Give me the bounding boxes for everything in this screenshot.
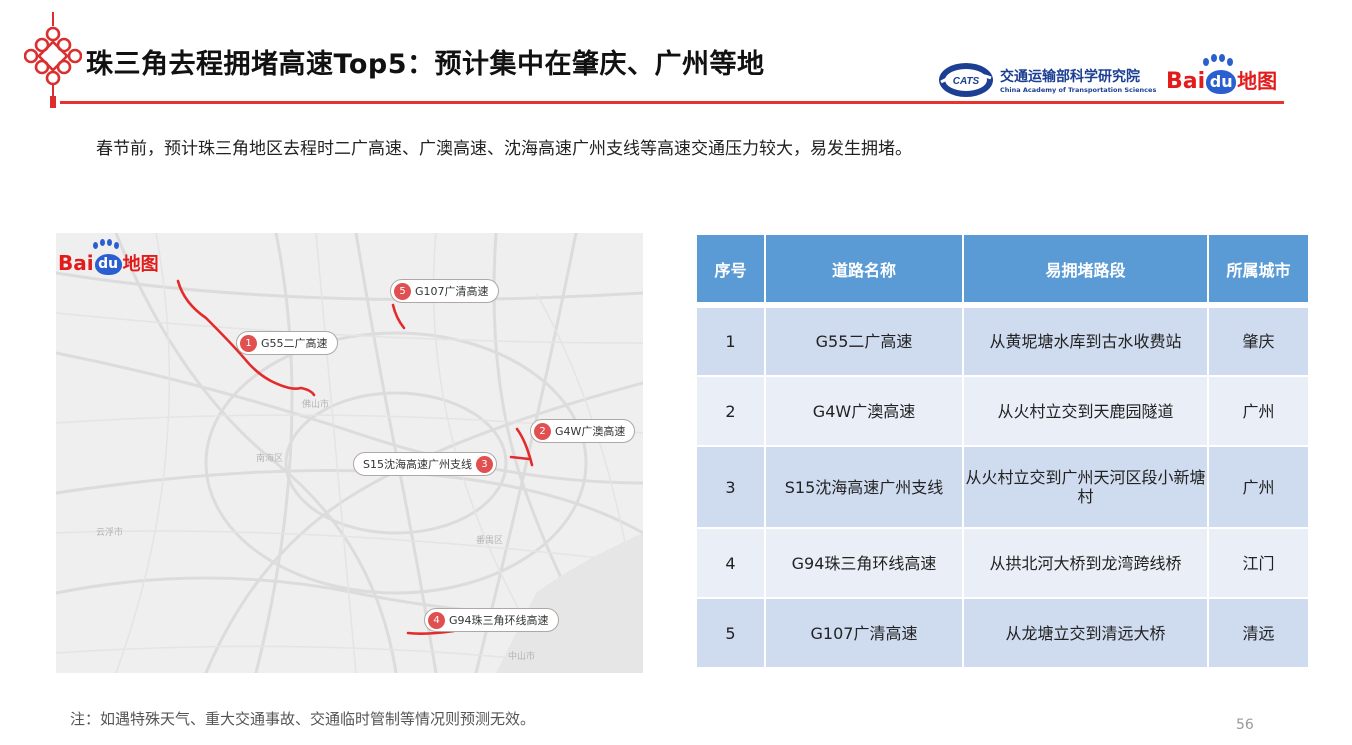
svg-text:CATS: CATS [953, 76, 980, 87]
map-marker-2[interactable]: 2 G4W广澳高速 [530, 419, 636, 443]
map-city-label: 番禺区 [476, 536, 504, 546]
traffic-map: Bai du 地图 佛山市 南海区 番禺区 中山市 云浮市 1 G55二广高速 2 … [56, 233, 643, 673]
chinese-knot-icon [24, 12, 82, 108]
table-cell: 4 [697, 529, 764, 597]
marker-label: G94珠三角环线高速 [449, 614, 549, 627]
title-divider [60, 101, 1284, 104]
table-cell: 广州 [1209, 377, 1308, 445]
map-marker-5[interactable]: 5 G107广清高速 [390, 279, 499, 303]
map-city-label: 中山市 [508, 652, 536, 662]
baidu-map-logo: Bai du 地图 [1166, 54, 1277, 94]
table-row: 3 S15沈海高速广州支线 从火村立交到广州天河区段小新塘村 广州 [697, 447, 1308, 527]
table-cell: 5 [697, 599, 764, 667]
table-cell: S15沈海高速广州支线 [766, 447, 962, 527]
table-cell: 从火村立交到天鹿园隧道 [964, 377, 1207, 445]
baidu-map-watermark: Bai du 地图 [58, 239, 159, 275]
table-cell: 肇庆 [1209, 308, 1308, 375]
cats-logo-icon: CATS [939, 63, 993, 97]
marker-number: 5 [394, 282, 411, 300]
table-row: 2 G4W广澳高速 从火村立交到天鹿园隧道 广州 [697, 377, 1308, 445]
marker-label: S15沈海高速广州支线 [363, 458, 472, 471]
marker-label: G107广清高速 [415, 285, 489, 298]
map-city-label: 南海区 [256, 454, 284, 464]
org-name-cn: 交通运输部科学研究院 [1000, 69, 1140, 85]
page-number: 56 [1236, 717, 1254, 733]
table-cell: 2 [697, 377, 764, 445]
table-cell: 1 [697, 308, 764, 375]
marker-label: G55二广高速 [261, 337, 328, 350]
marker-number: 4 [428, 611, 445, 629]
table-header: 序号 [697, 235, 764, 302]
table-header: 易拥堵路段 [964, 235, 1207, 302]
baidu-paw-icon: du [94, 254, 122, 275]
baidu-paw-icon: du [1206, 70, 1237, 94]
page-title: 珠三角去程拥堵高速Top5：预计集中在肇庆、广州等地 [86, 49, 765, 80]
marker-number: 3 [475, 455, 493, 473]
table-cell: 3 [697, 447, 764, 527]
road-network [56, 233, 643, 673]
table-cell: 从黄坭塘水库到古水收费站 [964, 308, 1207, 375]
table-cell: 从龙塘立交到清远大桥 [964, 599, 1207, 667]
map-marker-1[interactable]: 1 G55二广高速 [236, 331, 338, 355]
table-header: 所属城市 [1209, 235, 1308, 302]
table-header-row: 序号 道路名称 易拥堵路段 所属城市 [697, 235, 1308, 302]
table-cell: G94珠三角环线高速 [766, 529, 962, 597]
map-marker-3[interactable]: S15沈海高速广州支线 3 [353, 452, 497, 476]
table-row: 1 G55二广高速 从黄坭塘水库到古水收费站 肇庆 [697, 308, 1308, 375]
table-cell: 广州 [1209, 447, 1308, 527]
map-city-label: 佛山市 [302, 400, 330, 410]
map-city-label: 云浮市 [96, 528, 124, 538]
table-cell: 从拱北河大桥到龙湾跨线桥 [964, 529, 1207, 597]
table-cell: G4W广澳高速 [766, 377, 962, 445]
table-header: 道路名称 [766, 235, 962, 302]
marker-number: 2 [534, 422, 551, 440]
table-row: 5 G107广清高速 从龙塘立交到清远大桥 清远 [697, 599, 1308, 667]
marker-label: G4W广澳高速 [555, 425, 626, 438]
table-cell: G107广清高速 [766, 599, 962, 667]
table-cell: G55二广高速 [766, 308, 962, 375]
table-cell: 江门 [1209, 529, 1308, 597]
congestion-table: 序号 道路名称 易拥堵路段 所属城市 1 G55二广高速 从黄坭塘水库到古水收费… [695, 233, 1310, 669]
footnote: 注：如遇特殊天气、重大交通事故、交通临时管制等情况则预测无效。 [70, 710, 536, 728]
table-cell: 从火村立交到广州天河区段小新塘村 [964, 447, 1207, 527]
marker-number: 1 [240, 334, 257, 352]
map-marker-4[interactable]: 4 G94珠三角环线高速 [424, 608, 559, 632]
table-cell: 清远 [1209, 599, 1308, 667]
table-row: 4 G94珠三角环线高速 从拱北河大桥到龙湾跨线桥 江门 [697, 529, 1308, 597]
subtitle-text: 春节前，预计珠三角地区去程时二广高速、广澳高速、沈海高速广州支线等高速交通压力较… [96, 139, 912, 159]
org-name-en: China Academy of Transportation Sciences [1000, 86, 1157, 94]
